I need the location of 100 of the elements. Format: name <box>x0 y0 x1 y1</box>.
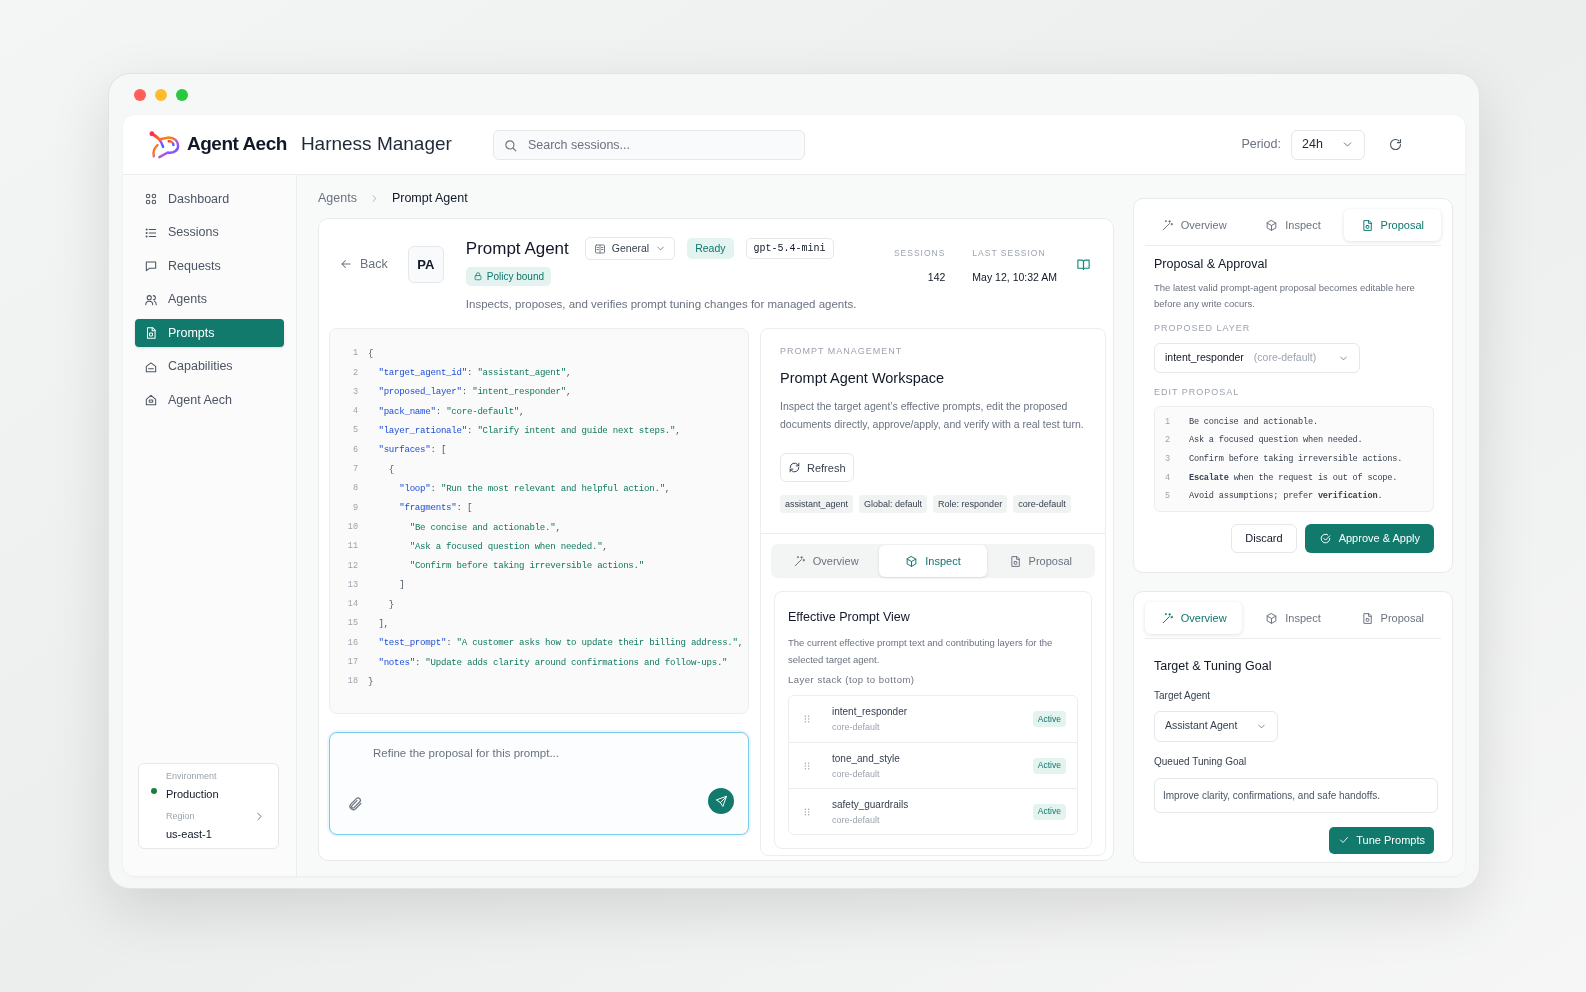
code-line: "surfaces": [ <box>377 443 447 457</box>
composer-field[interactable]: Refine the proposal for this prompt... <box>329 732 749 835</box>
send-icon <box>714 794 728 808</box>
card-title: Target & Tuning Goal <box>1154 658 1272 675</box>
tab[interactable]: Proposal <box>1343 602 1441 634</box>
attach-button[interactable] <box>346 795 364 813</box>
line-number: 2 <box>1165 434 1172 448</box>
field-label: EDIT PROPOSAL <box>1154 386 1240 400</box>
code-line: { <box>368 346 374 361</box>
line-number: 17 <box>346 656 358 669</box>
cube-icon <box>1265 611 1279 625</box>
magic-wand-icon <box>1160 611 1174 625</box>
book-icon <box>1076 257 1091 272</box>
search-field[interactable]: Search sessions... <box>492 129 805 160</box>
field-label: Queued Tuning Goal <box>1154 754 1247 769</box>
layer-pack: core-default <box>832 767 881 781</box>
agent-name: Prompt Agent <box>465 238 569 260</box>
code-line: "proposed_layer": "intent_responder", <box>377 385 572 400</box>
layer-pack: core-default <box>832 721 881 734</box>
discard-button[interactable]: Discard <box>1231 523 1297 553</box>
layer-name: safety_guardrails <box>832 797 910 812</box>
card-description: The current effective prompt text and contributing layers for the selected target agent. <box>788 636 1054 667</box>
line-number: 3 <box>1165 453 1172 466</box>
code-line: "layer_rationale": "Clarify intent and guide next steps.", <box>377 424 681 438</box>
code-line: "notes": "Update adds clarity around confirmations and follow-ups." <box>377 655 728 670</box>
line-number: 4 <box>1165 471 1172 485</box>
code-line: "Confirm before taking irreversible actions." <box>408 559 644 573</box>
line-number: 1 <box>1165 415 1172 429</box>
layer-row[interactable]: intent_responder core-default Active <box>789 696 1077 743</box>
layer-stack-label: Layer stack (top to bottom) <box>788 673 916 687</box>
back-button[interactable]: Back <box>339 255 388 273</box>
line-number: 1 <box>351 347 358 360</box>
sidebar-item[interactable]: Dashboard <box>135 185 284 213</box>
tab[interactable]: Inspect <box>879 545 987 578</box>
tab[interactable]: Proposal <box>986 545 1094 578</box>
line-number: 3 <box>351 385 358 399</box>
field-label: PROPOSED LAYER <box>1154 321 1251 335</box>
layer-dropdown[interactable]: intent_responder (core-default) <box>1154 343 1360 374</box>
card-icon <box>593 242 606 255</box>
house-icon <box>144 393 158 407</box>
arrow-left-icon <box>339 257 353 271</box>
code-line: Escalate when the request is out of scope. <box>1189 471 1398 485</box>
layer-name: tone_and_style <box>832 751 901 766</box>
code-line: "loop": "Run the most relevant and helpful action.", <box>398 481 671 496</box>
line-number: 4 <box>351 405 358 418</box>
sidebar-item[interactable]: Sessions <box>135 218 284 247</box>
tab[interactable]: Inspect <box>1244 209 1342 241</box>
breadcrumb-item: Prompt Agent <box>391 189 468 207</box>
stat-value: May 12, 10:32 AM <box>972 269 1057 285</box>
refresh-icon <box>788 461 801 475</box>
line-number: 15 <box>346 617 358 631</box>
layer-row[interactable]: safety_guardrails core-default Active <box>789 788 1077 835</box>
layer-row[interactable]: tone_and_style core-default Active <box>789 742 1077 789</box>
stat-value: 142 <box>927 269 946 285</box>
search-icon <box>502 137 518 153</box>
code-line: Confirm before taking irreversible actions. <box>1189 453 1403 466</box>
environment-card[interactable]: Environment Production Region us-east-1 <box>138 763 279 849</box>
tune-prompts-button[interactable]: Tune Prompts <box>1329 826 1434 854</box>
sidebar-item[interactable]: Requests <box>135 252 284 280</box>
line-number: 14 <box>346 598 358 611</box>
cube-icon <box>905 554 919 568</box>
grid-icon <box>144 192 158 206</box>
sidebar-item[interactable]: Agents <box>135 285 284 314</box>
layer-name: intent_responder <box>832 705 909 719</box>
house-icon <box>144 359 158 374</box>
cube-icon <box>1265 218 1279 232</box>
tag: Role: responder <box>933 495 1008 514</box>
sidebar-item[interactable]: Prompts <box>135 319 284 347</box>
magic-wand-icon <box>1160 218 1174 232</box>
period-dropdown[interactable]: 24h <box>1291 129 1365 160</box>
stat-label: SESSIONS <box>893 247 946 260</box>
brand-name: Agent Aech <box>187 132 287 157</box>
sidebar-item[interactable]: Agent Aech <box>135 386 284 414</box>
target-agent-dropdown[interactable]: Assistant Agent <box>1154 710 1278 742</box>
line-number: 5 <box>1165 490 1172 504</box>
paperclip-icon <box>347 796 363 812</box>
chat-bubble-icon <box>144 259 158 273</box>
breadcrumb-item[interactable]: Agents <box>318 188 357 208</box>
magic-wand-icon <box>792 554 806 568</box>
line-number: 18 <box>346 675 358 689</box>
code-line: Be concise and actionable. <box>1189 415 1318 429</box>
tab[interactable]: Overview <box>1145 602 1243 634</box>
line-number: 16 <box>346 636 358 650</box>
minimize-button[interactable] <box>155 88 167 101</box>
tab[interactable]: Overview <box>1145 209 1243 241</box>
approve-button[interactable]: Approve & Apply <box>1304 523 1434 553</box>
code-line: "pack_name": "core-default", <box>377 404 525 419</box>
proposal-editor[interactable]: 1 Be concise and actionable. 2 Ask a focused question when needed. 3 Confirm before taking irreversible actions. 4 Escalate when the request is out of scope. 5 Avoid assumptions; prefer verification. <box>1154 405 1434 512</box>
lock-icon <box>472 271 483 281</box>
code-line: } <box>387 597 395 612</box>
category-dropdown[interactable]: General <box>584 237 676 261</box>
sidebar-item[interactable]: Capabilities <box>135 352 284 381</box>
goal-field[interactable]: Improve clarity, confirmations, and safe handoffs. <box>1154 777 1438 813</box>
refresh-button[interactable]: Refresh <box>780 453 854 483</box>
maximize-button[interactable] <box>176 88 188 101</box>
tab[interactable]: Inspect <box>1244 602 1342 634</box>
close-button[interactable] <box>134 88 146 101</box>
tab[interactable]: Overview <box>772 545 880 578</box>
code-line: { <box>387 462 395 477</box>
tab[interactable]: Proposal <box>1343 209 1441 241</box>
